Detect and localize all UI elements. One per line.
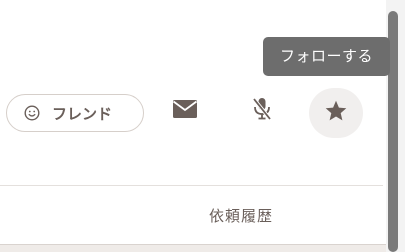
content-area-top [0, 244, 386, 252]
tab-request-history[interactable]: 依頼履歴 [196, 204, 286, 228]
follow-tooltip: フォローする [263, 37, 390, 76]
follow-button[interactable] [309, 88, 363, 138]
message-button[interactable] [163, 91, 207, 131]
mail-icon [172, 99, 198, 123]
mute-button[interactable] [240, 91, 284, 131]
section-divider [0, 185, 383, 186]
friend-button-label: フレンド [52, 104, 113, 123]
mic-off-icon [250, 96, 274, 126]
smiley-icon [24, 105, 40, 121]
star-icon [324, 99, 348, 127]
friend-button[interactable]: フレンド [6, 94, 144, 132]
